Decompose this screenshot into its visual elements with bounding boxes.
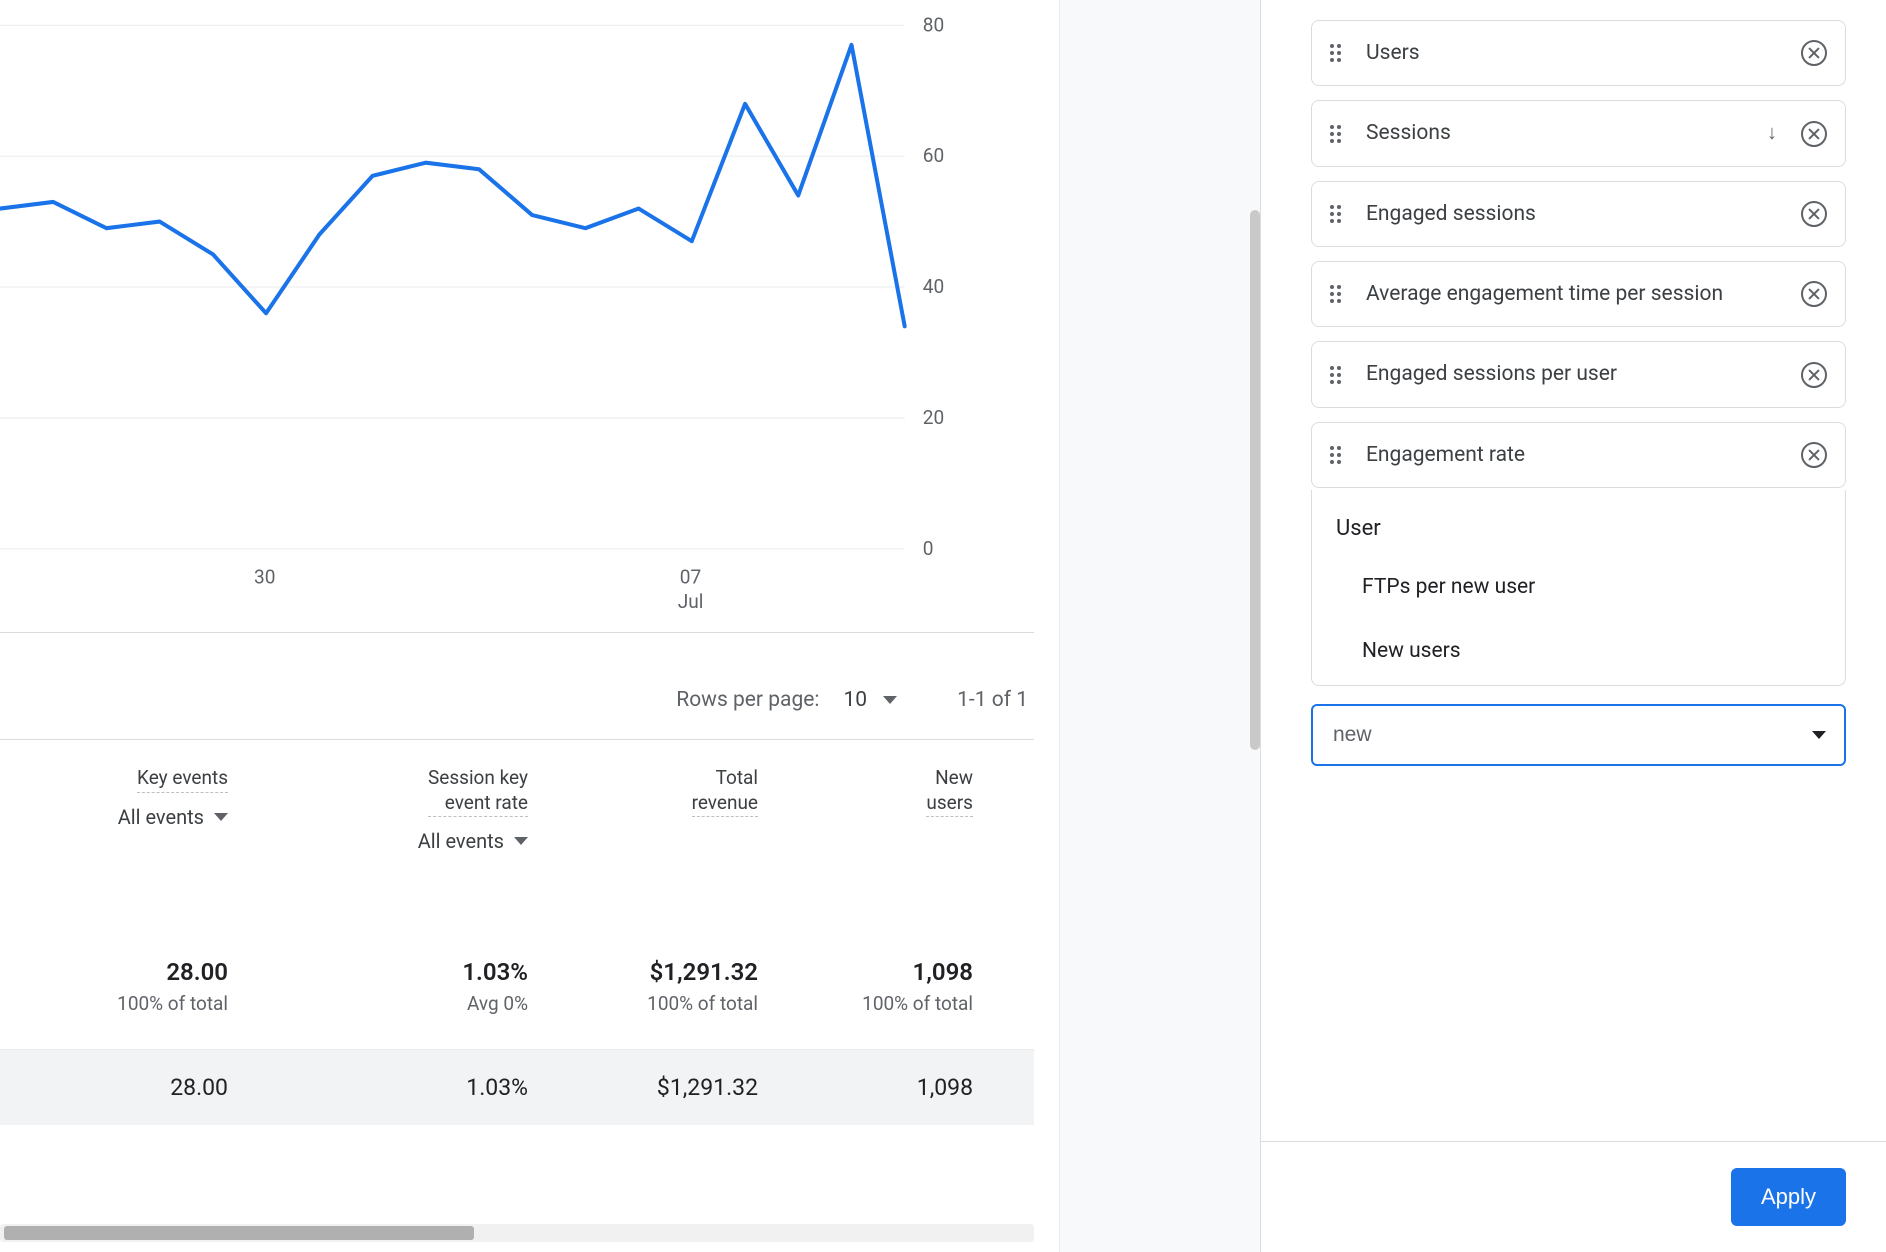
remove-icon[interactable]	[1801, 121, 1827, 147]
svg-text:60: 60	[923, 144, 944, 167]
metric-search-input[interactable]	[1331, 722, 1798, 748]
column-header-session-key-event-rate[interactable]: Session key event rate All events	[240, 740, 540, 910]
drag-handle-icon[interactable]	[1330, 446, 1348, 464]
table-cell: $1,291.32	[540, 1050, 770, 1125]
rows-per-page-label: Rows per page:	[676, 688, 819, 712]
remove-icon[interactable]	[1801, 201, 1827, 227]
remove-icon[interactable]	[1801, 362, 1827, 388]
drag-handle-icon[interactable]	[1330, 44, 1348, 62]
metric-label: Engaged sessions	[1366, 200, 1783, 228]
table-cell: 1.03%	[240, 1050, 540, 1125]
remove-icon[interactable]	[1801, 40, 1827, 66]
metric-search-box[interactable]	[1311, 704, 1846, 766]
metrics-config-panel: Users Sessions Engaged sessions Average eng…	[1260, 0, 1886, 1252]
svg-text:30: 30	[254, 565, 275, 588]
drag-handle-icon[interactable]	[1330, 125, 1348, 143]
metric-item[interactable]: Engaged sessions per user	[1311, 341, 1846, 407]
column-header-total-revenue[interactable]: Total revenue	[540, 740, 770, 910]
trend-chart: 0 20 40 60 80 30 07Jul	[0, 0, 990, 620]
summary-cell: 1,098100% of total	[770, 950, 985, 1049]
metric-item[interactable]: Users	[1311, 20, 1846, 86]
dropdown-option[interactable]: FTPs per new user	[1312, 555, 1845, 619]
background-gap	[1060, 0, 1260, 1252]
metric-item[interactable]: Engaged sessions	[1311, 181, 1846, 247]
table-cell: 28.00	[0, 1050, 240, 1125]
column-filter-key-events[interactable]: All events	[118, 805, 228, 829]
table-cell: 1,098	[770, 1050, 985, 1125]
metric-item[interactable]: Average engagement time per session	[1311, 261, 1846, 327]
remove-icon[interactable]	[1801, 442, 1827, 468]
summary-cell: 28.00100% of total	[0, 950, 240, 1049]
metric-label: Engaged sessions per user	[1366, 360, 1783, 388]
chevron-down-icon	[214, 813, 228, 821]
drag-handle-icon[interactable]	[1330, 366, 1348, 384]
chevron-down-icon	[883, 696, 897, 704]
rows-per-page-select[interactable]: 10	[843, 688, 897, 712]
chevron-down-icon	[1812, 731, 1826, 739]
arrow-down-icon	[1767, 126, 1783, 142]
summary-cell: $1,291.32100% of total	[540, 950, 770, 1049]
table-summary-row: 28.00100% of total1.03%Avg 0%$1,291.3210…	[0, 950, 1034, 1050]
drag-handle-icon[interactable]	[1330, 205, 1348, 223]
metric-label: Sessions	[1366, 119, 1743, 147]
chevron-down-icon	[514, 837, 528, 845]
scrollbar-thumb[interactable]	[4, 1226, 474, 1240]
horizontal-scrollbar[interactable]	[0, 1224, 1034, 1242]
column-filter-session-key-event-rate[interactable]: All events	[418, 829, 528, 853]
metric-item[interactable]: Engagement rate	[1311, 422, 1846, 488]
table-pagination: Rows per page: 10 1-1 of 1	[0, 660, 1034, 740]
metric-picker-dropdown: UserFTPs per new userNew users	[1311, 490, 1846, 686]
dropdown-option[interactable]: New users	[1312, 619, 1845, 683]
svg-text:0: 0	[923, 537, 934, 560]
svg-text:Jul: Jul	[678, 590, 704, 613]
metric-label: Engagement rate	[1366, 441, 1783, 469]
svg-text:80: 80	[923, 13, 944, 36]
report-main: 0 20 40 60 80 30 07Jul Rows per page: 10 1-1 o…	[0, 0, 1060, 1252]
dropdown-section-title: User	[1312, 494, 1845, 555]
metric-label: Users	[1366, 39, 1783, 67]
svg-text:07: 07	[680, 565, 701, 588]
summary-cell: 1.03%Avg 0%	[240, 950, 540, 1049]
page-range: 1-1 of 1	[957, 688, 1034, 712]
metric-label: Average engagement time per session	[1366, 280, 1783, 308]
table-row[interactable]: 28.001.03%$1,291.321,098	[0, 1050, 1034, 1125]
drag-handle-icon[interactable]	[1330, 285, 1348, 303]
table-column-headers: Key events All events Session key event …	[0, 740, 1034, 910]
metric-item[interactable]: Sessions	[1311, 100, 1846, 166]
remove-icon[interactable]	[1801, 281, 1827, 307]
panel-footer: Apply	[1261, 1141, 1886, 1252]
apply-button[interactable]: Apply	[1731, 1168, 1846, 1226]
column-header-key-events[interactable]: Key events All events	[0, 740, 240, 910]
vertical-scrollbar[interactable]	[1250, 210, 1260, 750]
svg-text:40: 40	[923, 275, 944, 298]
svg-text:20: 20	[923, 406, 944, 429]
column-header-new-users[interactable]: New users	[770, 740, 985, 910]
